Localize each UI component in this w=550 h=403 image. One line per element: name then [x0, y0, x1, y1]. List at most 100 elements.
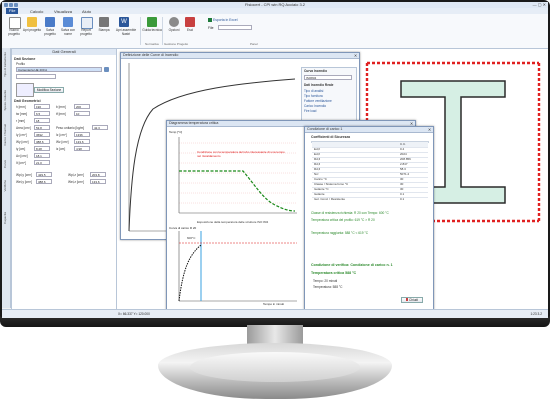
group-label-gestione: Gestione Progetto [164, 42, 189, 46]
geo-value[interactable]: 1336 [74, 132, 90, 137]
table-row: Isol. Cond. / Resistente 0.1 [314, 197, 405, 201]
monitor-stand-base-top [190, 352, 360, 382]
side-tab-1[interactable]: Tipo di trattamento [3, 52, 7, 77]
general-data-panel: Dati Generali Dati Sezione Profilo Carpe… [11, 48, 117, 312]
print-button[interactable]: Stampa [96, 17, 112, 41]
save-as-button[interactable]: Salva con nome [60, 17, 76, 41]
result-line-2: Temperatura critica del profilo: 619 °C … [311, 218, 375, 222]
geo-label: Iz [cm⁴] [56, 133, 67, 137]
curve-type-select[interactable]: ISO834 [304, 75, 352, 80]
word-export-button[interactable]: W Apri assemble Nastri [116, 17, 136, 41]
geo-label: Iy [cm⁴] [16, 133, 27, 137]
section-preview-icon [16, 83, 34, 97]
side-tab-3[interactable]: Carico / Normali [3, 124, 7, 146]
side-tab-strip: Tipo di trattamento Spess. Isolante Cari… [2, 48, 11, 308]
options-icon [169, 17, 179, 27]
temperature-chart [178, 137, 297, 214]
save-as-icon [63, 17, 73, 27]
geo-value[interactable]: 18 [34, 118, 50, 123]
geo-label: Wpl,z [cm³] [68, 173, 84, 177]
new-project-button[interactable]: Nuovo progetto [6, 17, 22, 41]
guide-button[interactable]: Guida tecnica [142, 17, 162, 41]
geo-label: Wel,y [cm³] [16, 180, 32, 184]
chiudi-button[interactable]: Chiudi [401, 297, 423, 303]
side-tab-4[interactable]: Curve [3, 160, 7, 168]
profilo-select[interactable]: Carpenteria HE 200 A [16, 67, 102, 72]
side-tab-6[interactable]: Capacità [3, 212, 7, 224]
side-tab-5[interactable]: Verifiche [3, 180, 7, 192]
geo-label: Wy [cm³] [16, 140, 29, 144]
section-title-geometrici: Dati Geometrici [14, 99, 41, 103]
close-icon[interactable]: ✕ [353, 53, 358, 58]
option-row[interactable]: Fire load [304, 109, 316, 113]
geo-value[interactable]: 6.5 [34, 111, 50, 116]
group-label-panel: Panel [250, 42, 258, 46]
window-title: Fisiocert - CPI win RQ Acciaio 3.2 [244, 2, 306, 7]
exit-button[interactable]: Esci [182, 17, 198, 41]
critical-temperature: Temperatura critica 588 °C [311, 271, 357, 275]
section-title-sezione: Dati Sezione [14, 57, 36, 61]
save-project-button[interactable]: Salva progetto [42, 17, 58, 41]
geo-value[interactable]: 3692 [34, 132, 50, 137]
close-door-icon [405, 298, 408, 301]
print-icon [99, 17, 109, 27]
profilo-extra-field[interactable] [16, 74, 56, 79]
geo-value[interactable]: 42.3 [92, 125, 108, 130]
option-row[interactable]: Tipo di analisi [304, 89, 323, 93]
geo-label: b [mm] [56, 105, 66, 109]
geo-value[interactable]: 190 [34, 104, 50, 109]
geo-value[interactable]: 10 [74, 111, 90, 116]
open-project-button[interactable]: Apri progetto [23, 17, 41, 41]
open-folder-icon [27, 17, 37, 27]
close-icon[interactable]: ✕ [427, 127, 432, 132]
geo-label: r [mm] [16, 119, 26, 123]
geo-value[interactable]: 203.8 [90, 172, 106, 177]
time-temperature-curve [178, 244, 202, 302]
geo-value[interactable]: 133.6 [74, 139, 90, 144]
geo-label: Area [cm²] [16, 126, 31, 130]
export-excel-link[interactable]: Esporta in Excel [208, 18, 248, 23]
geo-label: tw [mm] [16, 112, 28, 116]
geo-value[interactable]: 4.98 [74, 146, 90, 151]
tempo-label: Tempo: 20 minuti [313, 279, 338, 283]
modifica-sezione-button[interactable]: Modifica Sezione [34, 87, 64, 93]
pick-profile-icon[interactable] [104, 67, 109, 72]
condition-window-title: Condizione di carico 1 [305, 127, 433, 133]
geo-value[interactable]: 429.5 [36, 172, 52, 177]
col-header: C.C. [400, 142, 406, 146]
geo-value[interactable]: 53.8 [34, 125, 50, 130]
safety-heading: Coefficienti di Sicurezza [311, 135, 351, 139]
cursor-coordinates: X= 66.337 Y= 120.000 [118, 312, 150, 316]
geo-label: Peso unitario [kg/m] [56, 126, 85, 130]
geo-label: iz [cm] [56, 147, 66, 151]
geo-value[interactable]: 388.6 [36, 179, 52, 184]
ribbon: Nuovo progetto Apri progetto Salva proge… [2, 14, 548, 49]
lower-x-axis-title: Tempo in minuti [263, 302, 285, 306]
group-label-normativa: Normativa [145, 42, 159, 46]
exit-icon [185, 17, 195, 27]
result-line-3: Temperatura raggiunta: 588 °C < 619 °C [311, 231, 369, 235]
geo-value[interactable]: 18.1 [34, 153, 50, 158]
file-field[interactable] [218, 25, 252, 30]
geo-label: It [cm⁴] [16, 161, 27, 165]
geo-value[interactable]: 8.28 [34, 146, 50, 151]
profilo-label: Profilo [16, 62, 26, 66]
geo-value[interactable]: 133.6 [90, 179, 106, 184]
geo-value[interactable]: 200 [74, 104, 90, 109]
option-row[interactable]: Fattore ventilazione [304, 99, 332, 103]
x-axis-title: Esposizione della temperatura delle stru… [197, 220, 269, 224]
real-fire-title: Dati Incendio Reale [304, 83, 334, 87]
geo-label: h [mm] [16, 105, 26, 109]
option-row[interactable]: Tipo fornitura [304, 94, 323, 98]
geo-label: iy [cm] [16, 147, 26, 151]
side-tab-2[interactable]: Spess. Isolante [3, 90, 7, 111]
option-row[interactable]: Carico Incendio [304, 104, 326, 108]
geo-value[interactable]: 388.6 [34, 139, 50, 144]
window-controls[interactable]: — ▢ ✕ [533, 2, 546, 7]
screen: Fisiocert - CPI win RQ Acciaio 3.2 — ▢ ✕… [2, 2, 548, 318]
status-bar: X= 66.337 Y= 120.000 1:23 3.2 [2, 309, 548, 318]
report-button[interactable]: Report progetto [78, 17, 94, 41]
geo-value[interactable]: 21.0 [34, 160, 50, 165]
critical-temperature-curve [179, 170, 296, 212]
temperatura-label: Temperatura: 588 °C [313, 285, 343, 289]
